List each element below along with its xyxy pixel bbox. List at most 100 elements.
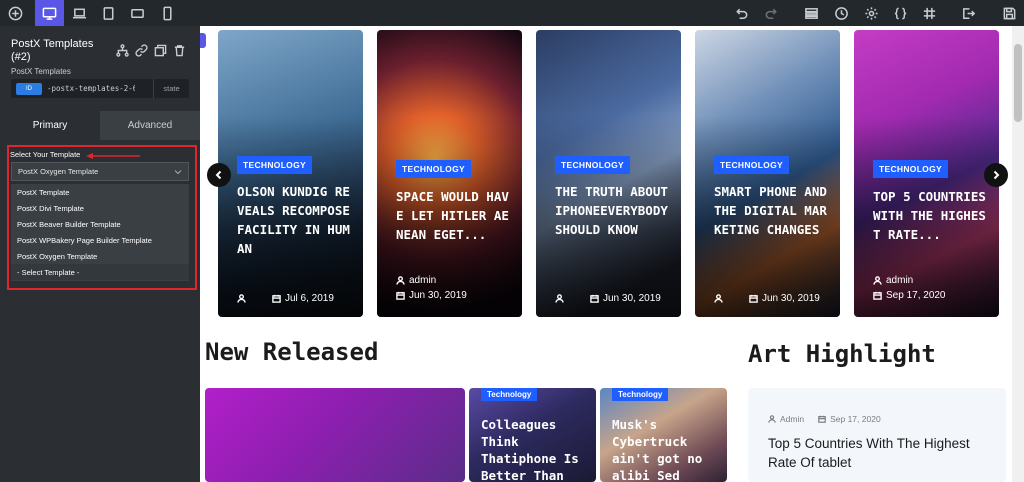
template-option[interactable]: PostX Divi Template bbox=[11, 200, 189, 216]
template-option[interactable]: PostX Oxygen Template bbox=[11, 248, 189, 264]
template-select[interactable]: PostX Oxygen Template bbox=[11, 162, 189, 181]
top-toolbar bbox=[0, 0, 1024, 26]
selector-field[interactable]: ID -postx-templates-2-6983 state bbox=[11, 79, 189, 98]
redo-icon[interactable] bbox=[758, 0, 784, 26]
template-options-list: PostX Template PostX Divi Template PostX… bbox=[11, 184, 189, 281]
card-meta: Sep 17, 2020 bbox=[873, 290, 946, 301]
trash-icon[interactable] bbox=[172, 43, 187, 58]
element-subtitle: PostX Templates bbox=[11, 67, 71, 76]
category-badge[interactable]: TECHNOLOGY bbox=[714, 156, 789, 174]
template-select-value: PostX Oxygen Template bbox=[18, 167, 99, 176]
desktop-icon[interactable] bbox=[35, 0, 64, 26]
mobile-icon[interactable] bbox=[154, 0, 180, 26]
history-icon[interactable] bbox=[828, 0, 854, 26]
card-date: Sep 17, 2020 bbox=[886, 290, 946, 301]
tile-category-badge[interactable]: Technology bbox=[612, 388, 669, 401]
tablet-icon[interactable] bbox=[95, 0, 121, 26]
sidebar-collapse-handle[interactable] bbox=[200, 33, 206, 48]
element-title: PostX Templates (#2) bbox=[11, 38, 94, 63]
card-meta: Jun 30, 2019 bbox=[396, 290, 467, 301]
card-date: Jun 30, 2019 bbox=[409, 290, 467, 301]
chevron-down-icon bbox=[174, 170, 182, 175]
category-badge[interactable]: TECHNOLOGY bbox=[873, 160, 948, 178]
user-icon bbox=[714, 294, 723, 303]
chevron-right-icon bbox=[993, 170, 1000, 180]
template-option[interactable]: PostX Template bbox=[11, 184, 189, 200]
card-title[interactable]: TOP 5 COUNTRIES WITH THE HIGHEST RATE... bbox=[873, 187, 993, 244]
card-title[interactable]: THE TRUTH ABOUT IPHONEEVERYBODY SHOULD K… bbox=[555, 182, 675, 239]
save-icon[interactable] bbox=[996, 0, 1022, 26]
card-author: admin bbox=[886, 275, 914, 286]
id-value[interactable]: -postx-templates-2-6983 bbox=[47, 84, 135, 93]
highlight-date: Sep 17, 2020 bbox=[830, 414, 881, 424]
canvas-scrollbar[interactable] bbox=[1012, 26, 1024, 482]
user-icon bbox=[237, 294, 246, 303]
featured-post-tile[interactable] bbox=[205, 388, 465, 482]
add-icon[interactable] bbox=[2, 0, 28, 26]
template-option[interactable]: - Select Template - bbox=[11, 264, 189, 280]
card-author: admin bbox=[409, 275, 437, 286]
new-released-heading: New Released bbox=[205, 338, 379, 366]
user-icon bbox=[555, 294, 564, 303]
scrollbar-thumb[interactable] bbox=[1014, 44, 1022, 122]
art-highlight-heading: Art Highlight bbox=[748, 340, 936, 368]
duplicate-icon[interactable] bbox=[153, 43, 168, 58]
template-option[interactable]: PostX Beaver Builder Template bbox=[11, 216, 189, 232]
grid-icon[interactable] bbox=[916, 0, 942, 26]
highlight-meta: Admin Sep 17, 2020 bbox=[768, 414, 881, 424]
slider-next-button[interactable] bbox=[984, 163, 1008, 187]
annotation-arrow-icon bbox=[86, 153, 140, 159]
page-canvas: TECHNOLOGY OLSON KUNDIG REVEALS RECOMPOS… bbox=[200, 26, 1024, 482]
tablet-landscape-icon[interactable] bbox=[124, 0, 150, 26]
calendar-icon bbox=[396, 291, 405, 300]
calendar-icon bbox=[272, 294, 281, 303]
category-badge[interactable]: TECHNOLOGY bbox=[237, 156, 312, 174]
slider-prev-button[interactable] bbox=[207, 163, 231, 187]
tile-title[interactable]: Musk's Cybertruck ain't got no alibi Sed bbox=[612, 416, 727, 482]
id-badge: ID bbox=[16, 82, 42, 95]
highlight-title[interactable]: Top 5 Countries With The Highest Rate Of… bbox=[768, 434, 998, 472]
state-button[interactable]: state bbox=[153, 79, 189, 98]
tile-title[interactable]: Colleagues Think Thatiphone Is Better Th… bbox=[481, 416, 596, 482]
category-badge[interactable]: TECHNOLOGY bbox=[396, 160, 471, 178]
card-date: Jul 6, 2019 bbox=[285, 293, 334, 304]
card-date: Jun 30, 2019 bbox=[762, 293, 820, 304]
slider-card[interactable]: TECHNOLOGY SPACE WOULD HAVE LET HITLER A… bbox=[377, 30, 522, 317]
post-tile[interactable]: Technology Colleagues Think Thatiphone I… bbox=[469, 388, 596, 482]
tab-primary[interactable]: Primary bbox=[0, 111, 100, 140]
slider-card[interactable]: TECHNOLOGY OLSON KUNDIG REVEALS RECOMPOS… bbox=[218, 30, 363, 317]
user-icon bbox=[873, 276, 882, 285]
card-date: Jun 30, 2019 bbox=[603, 293, 661, 304]
select-template-label: Select Your Template bbox=[10, 150, 81, 159]
element-actions bbox=[115, 43, 187, 58]
tile-category-badge[interactable]: Technology bbox=[481, 388, 538, 401]
exit-icon[interactable] bbox=[955, 0, 981, 26]
properties-sidebar: PostX Templates (#2) PostX Templates ID … bbox=[0, 26, 200, 482]
structure-tree-icon[interactable] bbox=[115, 43, 130, 58]
sidebar-tabs: Primary Advanced bbox=[0, 111, 200, 140]
calendar-icon bbox=[590, 294, 599, 303]
category-badge[interactable]: TECHNOLOGY bbox=[555, 156, 630, 174]
laptop-icon[interactable] bbox=[66, 0, 92, 26]
structure-icon[interactable] bbox=[798, 0, 824, 26]
template-option[interactable]: PostX WPBakery Page Builder Template bbox=[11, 232, 189, 248]
code-icon[interactable] bbox=[887, 0, 913, 26]
card-author-meta: admin bbox=[873, 275, 913, 286]
slider-card[interactable]: TECHNOLOGY SMART PHONE AND THE DIGITAL M… bbox=[695, 30, 840, 317]
art-highlight-post[interactable]: Admin Sep 17, 2020 Top 5 Countries With … bbox=[748, 388, 1006, 482]
card-title[interactable]: SPACE WOULD HAVE LET HITLER AENEAN EGET.… bbox=[396, 187, 516, 244]
card-title[interactable]: SMART PHONE AND THE DIGITAL MARKETING CH… bbox=[714, 182, 834, 239]
undo-icon[interactable] bbox=[728, 0, 754, 26]
card-meta: Jul 6, 2019 bbox=[237, 293, 334, 304]
tab-advanced[interactable]: Advanced bbox=[100, 111, 200, 140]
card-title[interactable]: OLSON KUNDIG REVEALS RECOMPOSE FACILITY … bbox=[237, 182, 357, 258]
slider-card[interactable]: TECHNOLOGY TOP 5 COUNTRIES WITH THE HIGH… bbox=[854, 30, 999, 317]
card-author-meta: admin bbox=[396, 275, 436, 286]
user-icon bbox=[396, 276, 405, 285]
settings-icon[interactable] bbox=[858, 0, 884, 26]
post-tile[interactable]: Technology Musk's Cybertruck ain't got n… bbox=[600, 388, 727, 482]
calendar-icon bbox=[818, 415, 826, 423]
calendar-icon bbox=[749, 294, 758, 303]
slider-card[interactable]: TECHNOLOGY THE TRUTH ABOUT IPHONEEVERYBO… bbox=[536, 30, 681, 317]
link-icon[interactable] bbox=[134, 43, 149, 58]
